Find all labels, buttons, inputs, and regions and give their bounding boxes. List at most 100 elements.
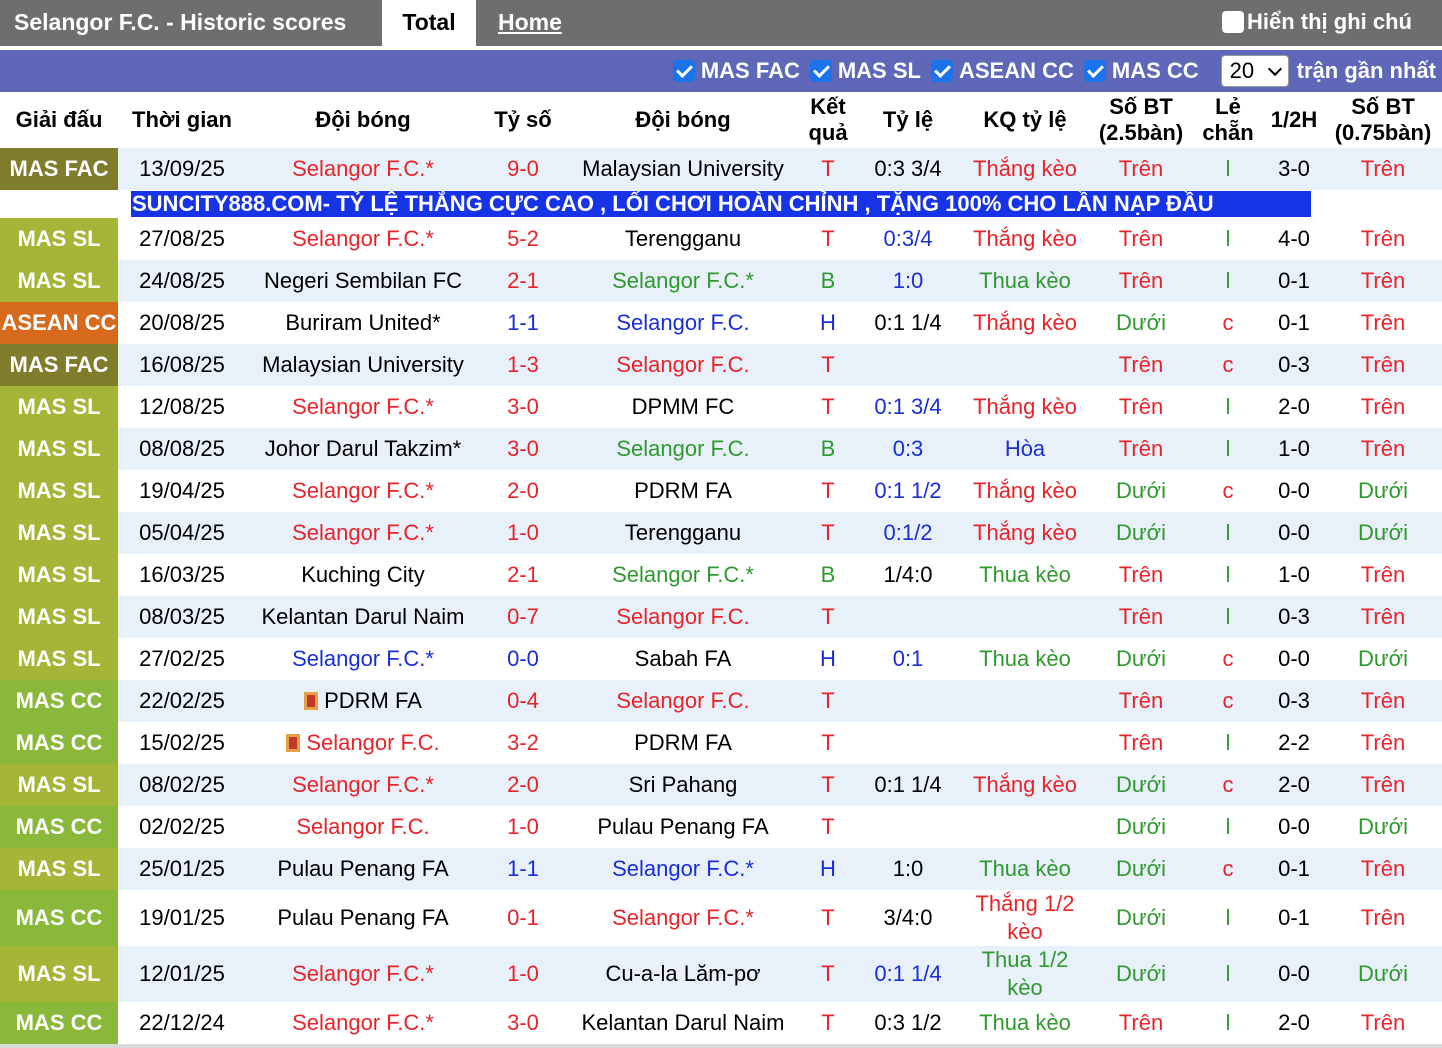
away-team-cell[interactable]: Terengganu: [566, 218, 800, 260]
score-cell[interactable]: 1-3: [480, 344, 566, 386]
score-cell[interactable]: 1-1: [480, 848, 566, 890]
col-odd-even: Lẻ chẵn: [1192, 92, 1264, 148]
odds-result-text: Thắng kèo: [973, 310, 1077, 335]
score-cell[interactable]: 3-0: [480, 428, 566, 470]
odd-even-cell: l: [1192, 890, 1264, 946]
home-team-cell[interactable]: Selangor F.C.*: [246, 512, 480, 554]
away-team-cell[interactable]: Selangor F.C.*: [566, 554, 800, 596]
show-notes-toggle[interactable]: Hiển thị ghi chú: [1222, 9, 1412, 35]
home-team-cell[interactable]: Johor Darul Takzim*: [246, 428, 480, 470]
score-cell[interactable]: 5-2: [480, 218, 566, 260]
home-team-cell[interactable]: Pulau Penang FA: [246, 890, 480, 946]
score-cell[interactable]: 0-4: [480, 680, 566, 722]
home-team-cell[interactable]: Selangor F.C.*: [246, 946, 480, 1002]
away-team-cell[interactable]: PDRM FA: [566, 722, 800, 764]
odds-result-text: Thua 1/2 kèo: [981, 947, 1069, 1000]
score-cell[interactable]: 1-0: [480, 946, 566, 1002]
home-team-cell[interactable]: Selangor F.C.*: [246, 764, 480, 806]
away-team-cell[interactable]: Sri Pahang: [566, 764, 800, 806]
away-team-cell[interactable]: Terengganu: [566, 512, 800, 554]
home-team-cell[interactable]: Negeri Sembilan FC: [246, 260, 480, 302]
away-team-cell[interactable]: Pulau Penang FA: [566, 806, 800, 848]
score-cell[interactable]: 0-0: [480, 638, 566, 680]
league-cell: MAS CC: [0, 722, 118, 764]
home-team-cell[interactable]: Selangor F.C.*: [246, 148, 480, 190]
score-cell[interactable]: 0-7: [480, 596, 566, 638]
table-row: MAS SL 25/01/25 Pulau Penang FA 1-1 Selangor…: [0, 848, 1442, 890]
ad-banner-link[interactable]: SUNCITY888.COM- TỶ LỆ THẮNG CỰC CAO , LỐ…: [131, 191, 1311, 217]
checkbox-checked-icon[interactable]: [672, 60, 695, 82]
away-team-cell[interactable]: Selangor F.C.*: [566, 890, 800, 946]
away-team-cell[interactable]: PDRM FA: [566, 470, 800, 512]
over-under-075-text: Trên: [1360, 856, 1406, 881]
home-team-cell[interactable]: Selangor F.C.*: [246, 1002, 480, 1044]
tab-total[interactable]: Total: [382, 0, 476, 46]
score-cell[interactable]: 1-0: [480, 806, 566, 848]
away-team-cell[interactable]: Selangor F.C.: [566, 302, 800, 344]
away-team-cell[interactable]: Selangor F.C.*: [566, 848, 800, 890]
league-cell: MAS SL: [0, 428, 118, 470]
home-team-cell[interactable]: Selangor F.C.*: [246, 218, 480, 260]
away-team-cell[interactable]: Selangor F.C.: [566, 596, 800, 638]
half-time-cell: 0-1: [1264, 302, 1324, 344]
league-text: MAS SL: [17, 772, 101, 797]
home-team-cell[interactable]: Selangor F.C.: [246, 722, 480, 764]
score-cell[interactable]: 2-0: [480, 470, 566, 512]
score-cell[interactable]: 3-0: [480, 1002, 566, 1044]
table-row: MAS SL 08/03/25 Kelantan Darul Naim 0-7 Sela…: [0, 596, 1442, 638]
home-team-text: Buriram United*: [285, 310, 441, 335]
home-team-cell[interactable]: PDRM FA: [246, 680, 480, 722]
over-under-cell: Trên: [1090, 596, 1192, 638]
away-team-cell[interactable]: DPMM FC: [566, 386, 800, 428]
home-team-cell[interactable]: Selangor F.C.: [246, 806, 480, 848]
away-team-text: DPMM FC: [631, 394, 735, 419]
match-count-select[interactable]: 20: [1220, 55, 1289, 87]
odds-result-text: Thua kèo: [979, 1010, 1071, 1035]
filter-mas-sl[interactable]: MAS SL: [809, 58, 921, 84]
away-team-text: Selangor F.C.*: [612, 905, 754, 930]
odds-result-text: Thắng kèo: [973, 520, 1077, 545]
tab-home[interactable]: Home: [498, 9, 562, 36]
score-cell[interactable]: 1-0: [480, 512, 566, 554]
home-team-cell[interactable]: Selangor F.C.*: [246, 386, 480, 428]
odds-cell: 0:1 1/4: [856, 302, 960, 344]
filter-mas-cc[interactable]: MAS CC: [1083, 58, 1199, 84]
odd-even-cell: l: [1192, 260, 1264, 302]
over-under-cell: Trên: [1090, 680, 1192, 722]
checkbox-checked-icon[interactable]: [1083, 60, 1106, 82]
table-row: MAS SL 08/08/25 Johor Darul Takzim* 3-0 Sela…: [0, 428, 1442, 470]
date-text: 19/04/25: [139, 478, 225, 503]
away-team-cell[interactable]: Selangor F.C.: [566, 680, 800, 722]
score-cell[interactable]: 2-1: [480, 260, 566, 302]
score-cell[interactable]: 2-1: [480, 554, 566, 596]
filter-mas-fac[interactable]: MAS FAC: [672, 58, 800, 84]
away-team-cell[interactable]: Selangor F.C.: [566, 344, 800, 386]
checkbox-checked-icon[interactable]: [809, 60, 832, 82]
home-team-cell[interactable]: Selangor F.C.*: [246, 470, 480, 512]
home-team-cell[interactable]: Kuching City: [246, 554, 480, 596]
home-team-cell[interactable]: Buriram United*: [246, 302, 480, 344]
away-team-cell[interactable]: Selangor F.C.*: [566, 260, 800, 302]
home-team-cell[interactable]: Selangor F.C.*: [246, 638, 480, 680]
score-cell[interactable]: 0-1: [480, 890, 566, 946]
home-team-cell[interactable]: Kelantan Darul Naim: [246, 596, 480, 638]
checkbox-checked-icon[interactable]: [930, 60, 953, 82]
away-team-cell[interactable]: Cu-a-la Lăm-pơ: [566, 946, 800, 1002]
score-cell[interactable]: 1-1: [480, 302, 566, 344]
show-notes-checkbox[interactable]: [1222, 11, 1244, 33]
league-cell: MAS SL: [0, 386, 118, 428]
score-cell[interactable]: 2-0: [480, 764, 566, 806]
away-team-cell[interactable]: Selangor F.C.: [566, 428, 800, 470]
result-text: H: [820, 646, 836, 671]
filter-asean-cc[interactable]: ASEAN CC: [930, 58, 1074, 84]
away-team-cell[interactable]: Sabah FA: [566, 638, 800, 680]
away-team-cell[interactable]: Kelantan Darul Naim: [566, 1002, 800, 1044]
away-team-cell[interactable]: Malaysian University: [566, 148, 800, 190]
home-team-cell[interactable]: Pulau Penang FA: [246, 848, 480, 890]
score-cell[interactable]: 3-0: [480, 386, 566, 428]
over-under-cell: Trên: [1090, 428, 1192, 470]
half-time-text: 0-1: [1278, 310, 1310, 335]
score-cell[interactable]: 9-0: [480, 148, 566, 190]
score-cell[interactable]: 3-2: [480, 722, 566, 764]
home-team-cell[interactable]: Malaysian University: [246, 344, 480, 386]
